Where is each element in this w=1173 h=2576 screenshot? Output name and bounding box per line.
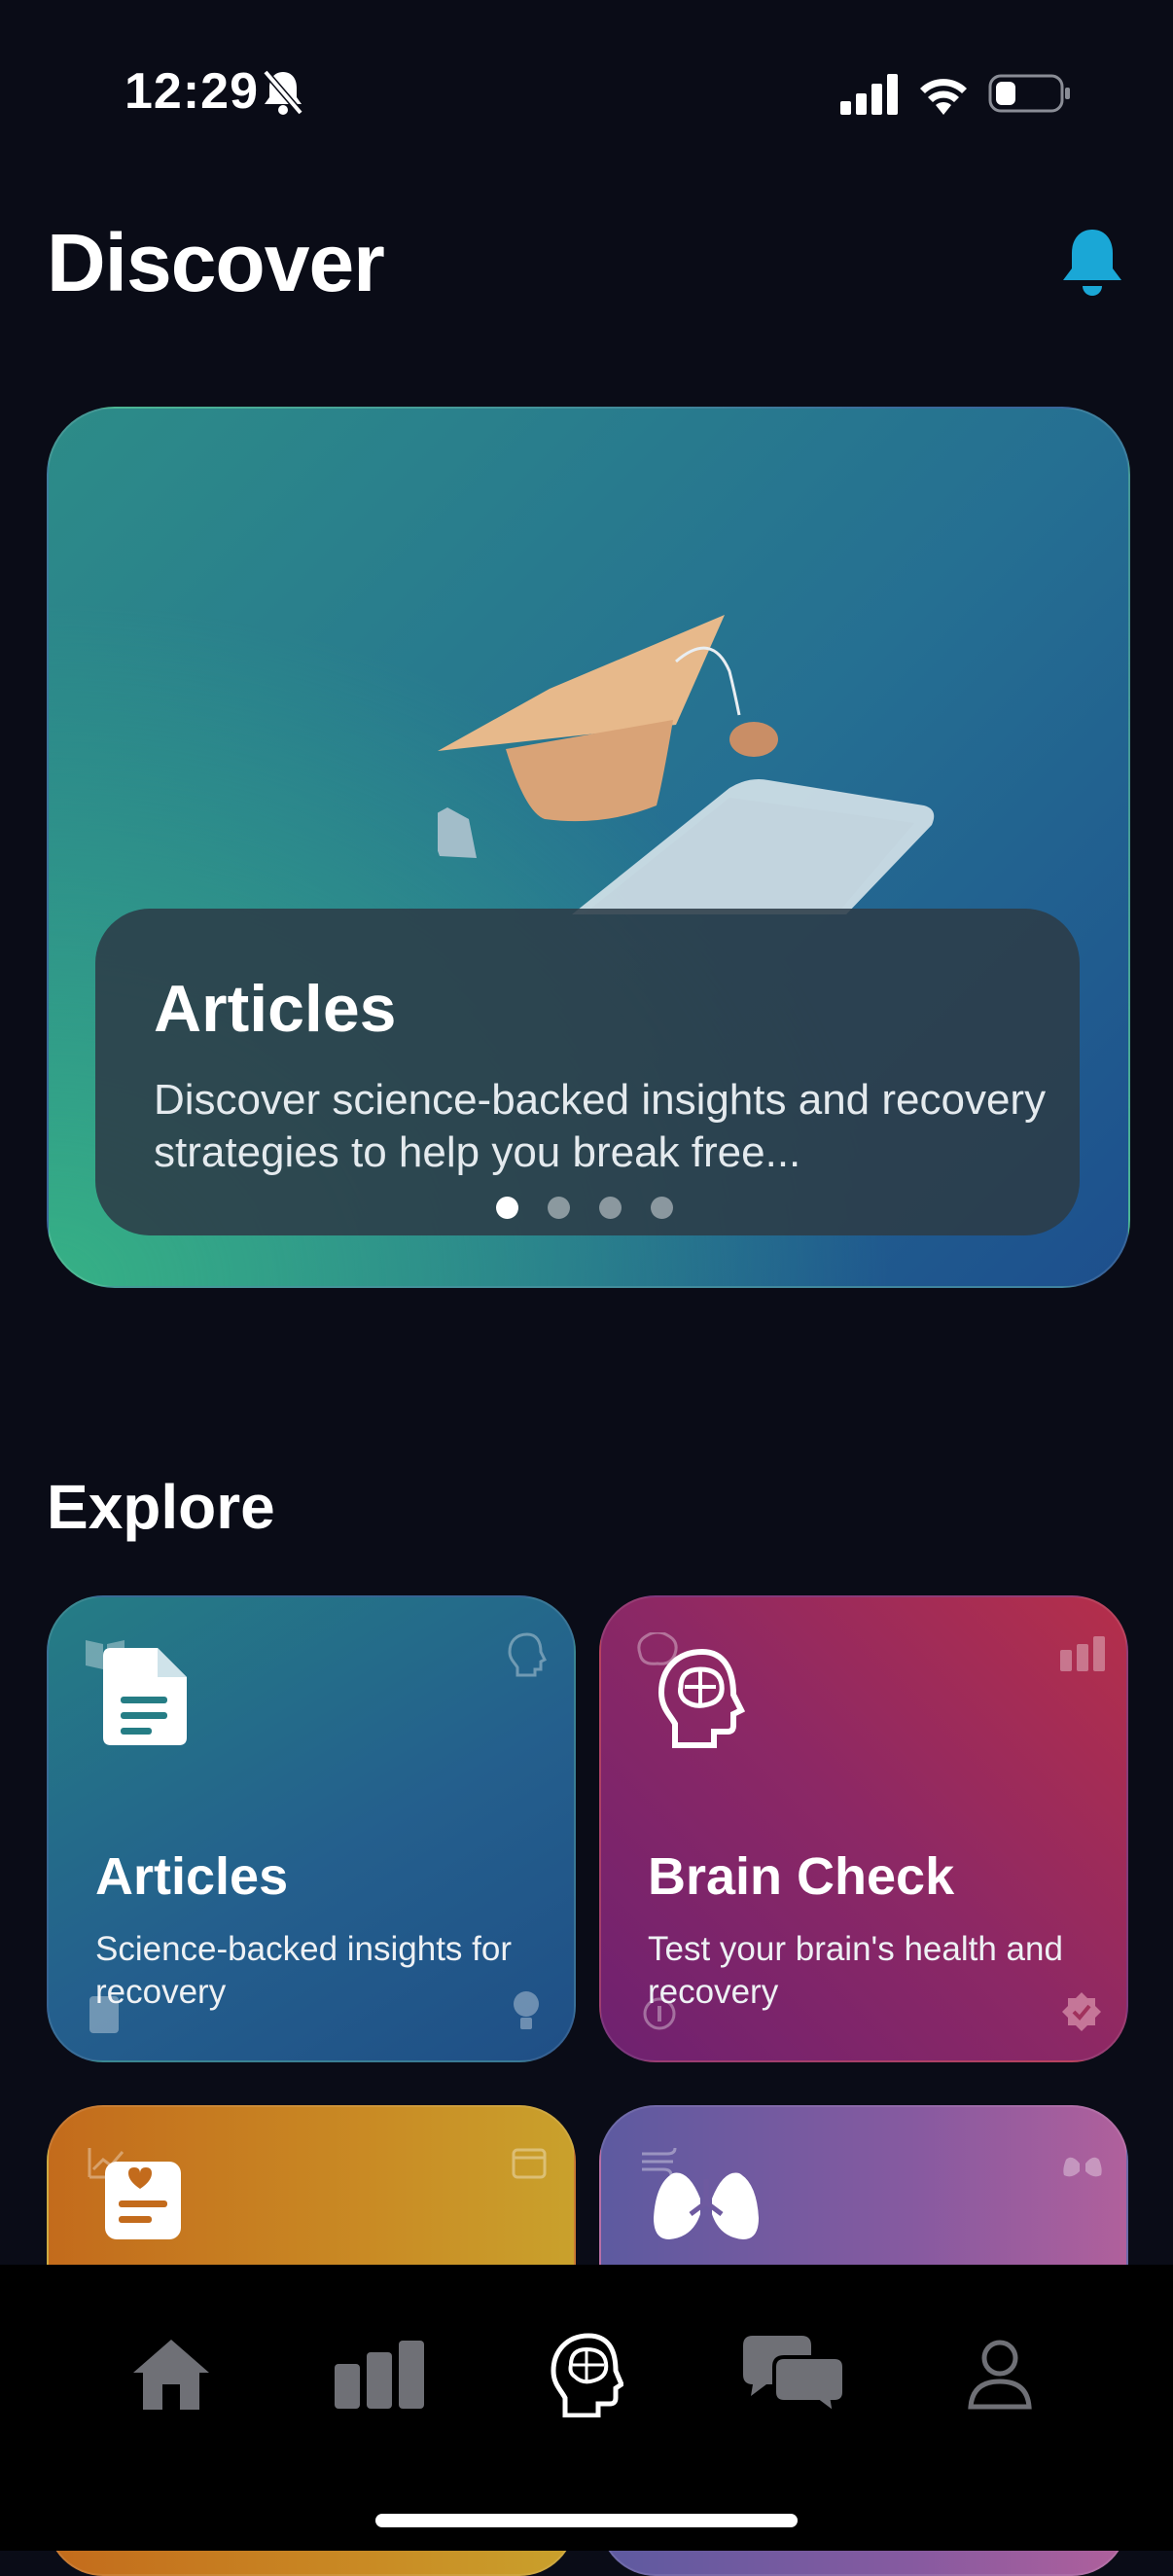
tile-title: Brain Check [648, 1847, 955, 1906]
status-bar: 12:29 [0, 0, 1173, 185]
explore-title: Explore [47, 1472, 275, 1542]
battery-icon [988, 74, 1070, 113]
wifi-icon [920, 79, 967, 115]
house-icon [133, 2340, 209, 2410]
bell-icon[interactable] [1058, 226, 1126, 298]
tab-profile[interactable] [942, 2321, 1058, 2428]
cellular-signal-icon [840, 74, 898, 115]
pager-dot-1[interactable] [496, 1197, 518, 1219]
pager-dot-3[interactable] [599, 1197, 622, 1219]
verified-badge-icon [1062, 1992, 1101, 2031]
pager-dot-2[interactable] [548, 1197, 570, 1219]
carousel-pager[interactable] [496, 1197, 673, 1220]
info-icon [643, 1997, 676, 2030]
calendar-icon [512, 2148, 547, 2179]
page-title: Discover [47, 217, 385, 308]
chat-bubbles-icon [743, 2336, 844, 2414]
lightbulb-icon [514, 1991, 539, 2029]
journal-heart-icon [105, 2162, 181, 2239]
tile-title: Articles [95, 1847, 289, 1906]
hero-title: Articles [154, 972, 397, 1046]
note-icon [89, 1996, 119, 2033]
tab-stats[interactable] [321, 2321, 438, 2428]
explore-tile-brain-check[interactable]: Brain Check Test your brain's health and… [599, 1595, 1128, 2062]
pager-dot-4[interactable] [651, 1197, 673, 1219]
tile-description: Science-backed insights for recovery [95, 1930, 512, 2011]
bar-chart-icon [1060, 1636, 1105, 1671]
document-icon [103, 1648, 187, 1745]
status-time: 12:29 [124, 63, 259, 120]
lungs-small-icon [1063, 2150, 1102, 2177]
tab-community[interactable] [735, 2321, 852, 2428]
brain-head-icon [508, 1632, 547, 1677]
lungs-icon [654, 2160, 759, 2239]
home-indicator [375, 2514, 798, 2527]
tab-home[interactable] [113, 2321, 230, 2428]
hero-text-overlay [95, 909, 1080, 1235]
person-icon [968, 2340, 1032, 2410]
bar-chart-icon [335, 2341, 424, 2409]
tile-description: Test your brain's health and recovery [648, 1930, 1063, 2011]
featured-carousel-card[interactable]: Articles Discover science-backed insight… [47, 407, 1130, 1288]
graduation-cap-illustration [438, 615, 935, 914]
bell-slash-icon [263, 69, 303, 116]
tab-discover[interactable] [528, 2321, 645, 2428]
brain-head-icon [658, 1648, 745, 1748]
tab-bar [0, 2265, 1173, 2551]
brain-head-icon [551, 2333, 623, 2417]
hero-description: Discover science-backed insights and rec… [154, 1076, 1047, 1176]
explore-tile-articles[interactable]: Articles Science-backed insights for rec… [47, 1595, 576, 2062]
